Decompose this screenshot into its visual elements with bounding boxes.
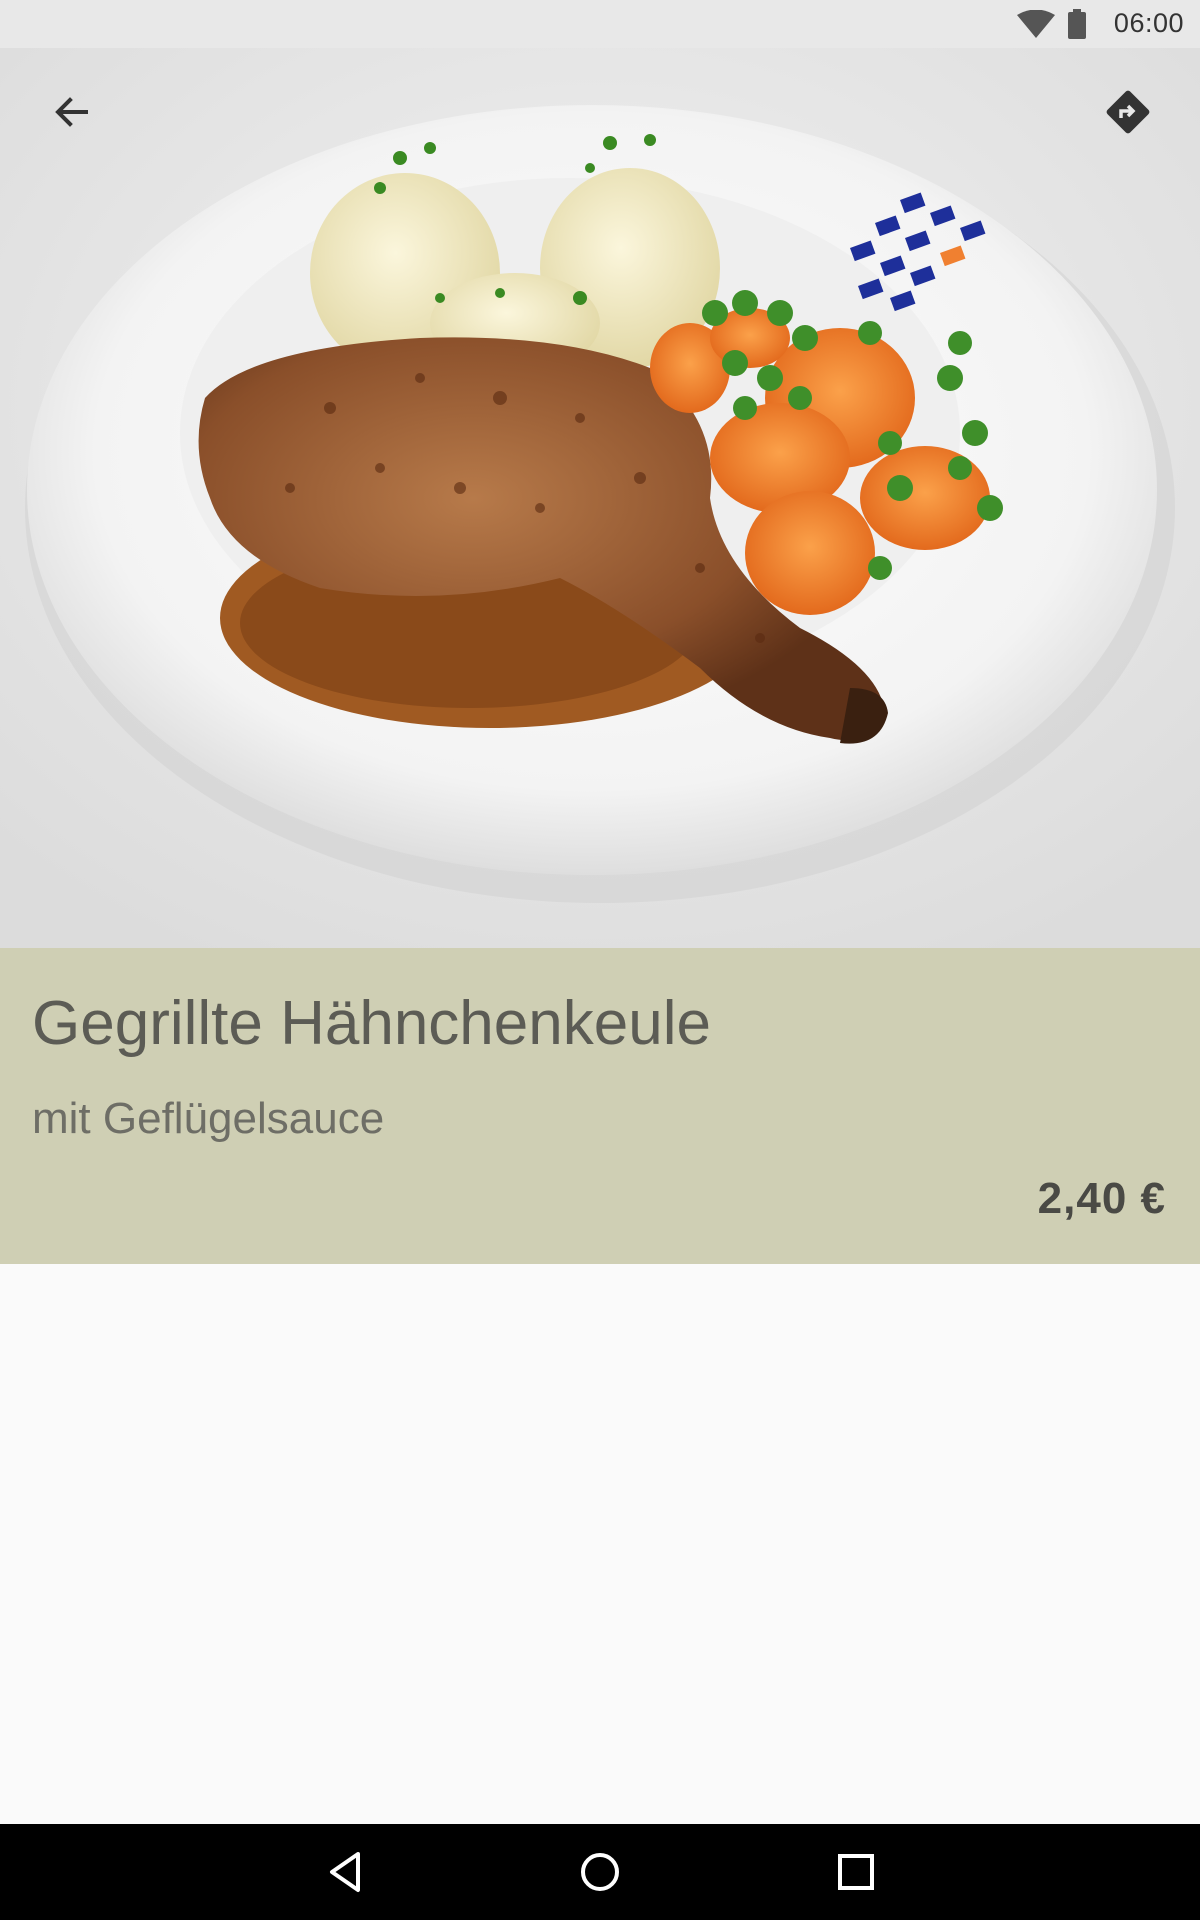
arrow-back-icon <box>55 97 88 127</box>
back-button[interactable] <box>36 76 108 148</box>
nav-recent-icon[interactable] <box>828 1844 884 1900</box>
battery-icon <box>1068 9 1086 39</box>
dish-subtitle: mit Geflügelsauce <box>32 1094 385 1143</box>
status-time: 06:00 <box>1113 8 1184 38</box>
wifi-icon <box>1017 10 1055 38</box>
dish-photo <box>0 48 1200 948</box>
navigation-bar <box>0 1824 1200 1920</box>
nav-home-icon[interactable] <box>572 1844 628 1900</box>
status-bar: 06:00 <box>0 0 1200 48</box>
directions-icon <box>1106 90 1150 134</box>
dish-title: Gegrillte Hähnchenkeule <box>32 989 711 1058</box>
directions-button[interactable] <box>1092 76 1164 148</box>
dish-info-panel: Gegrillte Hähnchenkeule mit Geflügelsauc… <box>0 948 1200 1264</box>
dish-price: 2,40 € <box>1037 1174 1166 1223</box>
nav-back-icon[interactable] <box>318 1844 374 1900</box>
